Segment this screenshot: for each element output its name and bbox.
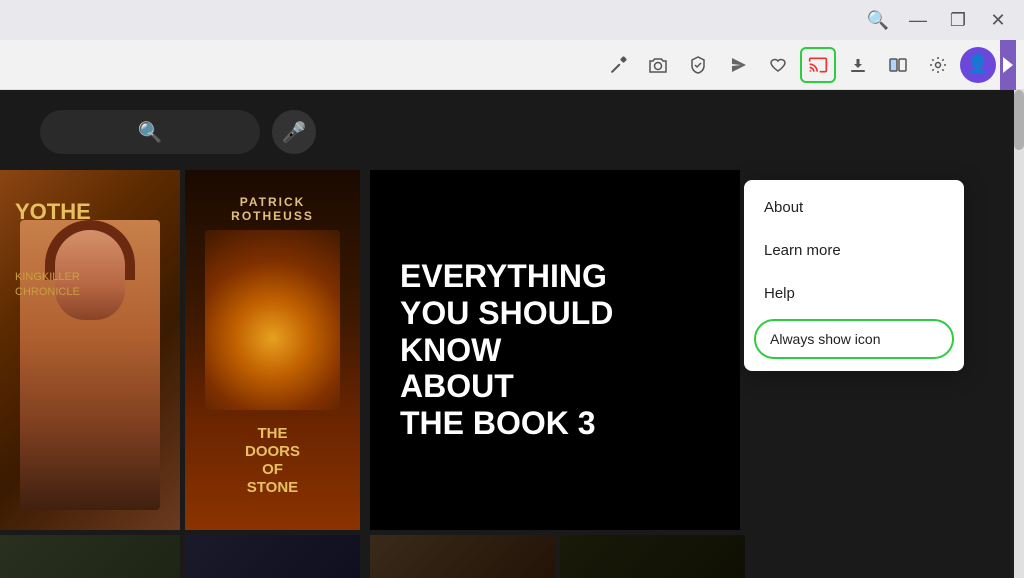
learn-more-menu-item[interactable]: Learn more [744, 229, 964, 272]
book-cover-doors-of-stone: PATRICKROTHEUSS THEDOORSOFSTONE [185, 170, 360, 530]
book1-title: YOTHE [15, 200, 91, 224]
search-titlebar-button[interactable]: 🔍 [860, 2, 896, 38]
screenshot-icon[interactable] [640, 47, 676, 83]
extensions-panel[interactable] [1000, 40, 1016, 90]
bottom-cover-1: 🎸 [0, 535, 180, 578]
close-button[interactable]: ✕ [980, 2, 1016, 38]
book2-title: THEDOORSOFSTONE [245, 425, 300, 497]
cast-dropdown-menu: About Learn more Help Always show icon [744, 180, 964, 371]
minimize-button[interactable]: — [900, 2, 936, 38]
download-icon[interactable] [840, 47, 876, 83]
book-cover-image [20, 220, 160, 510]
book1-subtitle: KINGKILLERCHRONICLE [15, 270, 80, 301]
bottom-cover-4: PATRICKROTHEUSS [560, 535, 745, 578]
bottom-cover-3 [370, 535, 555, 578]
search-pill-icon: 🔍 [138, 120, 163, 145]
bottom-cover-2: Underthing PRESS [185, 535, 360, 578]
help-menu-item[interactable]: Help [744, 272, 964, 315]
mic-button[interactable]: 🎤 [272, 110, 316, 154]
profile-icon[interactable]: 👤 [960, 47, 996, 83]
mic-icon: 🎤 [282, 120, 307, 145]
book2-author: PATRICKROTHEUSS [231, 195, 314, 223]
banner-text: EVERYTHING YOU SHOULD KNOW ABOUT THE BOO… [400, 258, 710, 442]
send-icon[interactable] [720, 47, 756, 83]
shield-icon[interactable] [680, 47, 716, 83]
content-area: YOTHE KINGKILLERCHRONICLE PATRICKROTHEUS… [0, 90, 1024, 578]
title-bar: 🔍 — ❐ ✕ [0, 0, 1024, 40]
split-icon[interactable] [880, 47, 916, 83]
heart-icon[interactable] [760, 47, 796, 83]
about-menu-item[interactable]: About [744, 186, 964, 229]
text-banner: EVERYTHING YOU SHOULD KNOW ABOUT THE BOO… [370, 170, 740, 530]
book-cover-kingkiller: YOTHE KINGKILLERCHRONICLE [0, 170, 180, 530]
maximize-button[interactable]: ❐ [940, 2, 976, 38]
search-overlay: 🔍 🎤 [40, 110, 316, 154]
cast-icon[interactable] [800, 47, 836, 83]
always-show-icon-button[interactable]: Always show icon [754, 319, 954, 359]
settings-icon[interactable] [920, 47, 956, 83]
search-pill[interactable]: 🔍 [40, 110, 260, 154]
book2-cover-image [205, 230, 340, 410]
scrollbar[interactable] [1014, 90, 1024, 578]
edit-icon[interactable] [600, 47, 636, 83]
scrollbar-thumb[interactable] [1014, 90, 1024, 150]
browser-toolbar: 👤 [0, 40, 1024, 90]
